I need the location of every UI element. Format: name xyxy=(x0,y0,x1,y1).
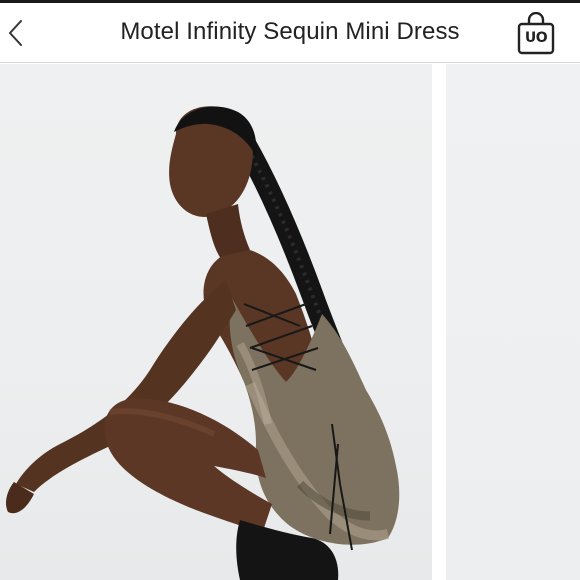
page-title: Motel Infinity Sequin Mini Dress xyxy=(120,18,460,45)
model-photo xyxy=(6,106,400,580)
legs xyxy=(104,398,273,534)
bag-logo-text: UO xyxy=(524,30,548,46)
product-image-main[interactable] xyxy=(0,64,432,580)
product-image-next[interactable] xyxy=(446,64,580,580)
chevron-left-icon xyxy=(9,20,22,46)
product-image-gallery[interactable] xyxy=(0,64,580,580)
back-button[interactable] xyxy=(2,13,30,53)
shopping-bag-button[interactable]: UO xyxy=(516,11,556,56)
top-navigation-bar: Motel Infinity Sequin Mini Dress UO xyxy=(0,0,580,63)
